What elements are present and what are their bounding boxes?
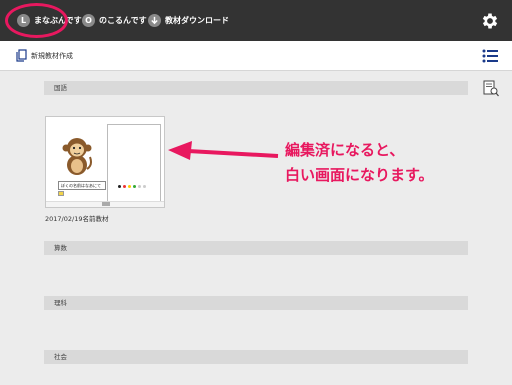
material-card-label: 2017/02/19名前教材	[45, 215, 109, 223]
gear-icon[interactable]	[480, 11, 500, 31]
new-material-label: 新規教材作成	[31, 51, 73, 60]
nokorun-button[interactable]: O のこるんです	[82, 12, 147, 28]
highlight-oval	[5, 3, 68, 38]
sub-toolbar: 新規教材作成	[0, 41, 512, 71]
nokorun-badge: O	[82, 13, 95, 27]
section-social-studies: 社会	[44, 350, 468, 364]
material-card[interactable]: ぼくの名前はなあにて	[45, 116, 165, 208]
annotation-line-1: 編集済になると、	[285, 141, 405, 159]
new-document-icon	[16, 49, 27, 62]
download-materials-button[interactable]: 教材ダウンロード	[148, 12, 229, 28]
card-strip-tag	[102, 202, 110, 206]
section-math: 算数	[44, 241, 468, 255]
top-bar: L まなぶんです O のこるんです 教材ダウンロード	[0, 0, 512, 41]
section-science: 理科	[44, 296, 468, 310]
nokorun-label: のこるんです	[99, 15, 147, 25]
card-text-box: ぼくの名前はなあにて	[58, 181, 106, 190]
color-dots	[118, 185, 146, 188]
section-japanese: 国語	[44, 81, 468, 95]
download-materials-label: 教材ダウンロード	[165, 15, 229, 25]
blank-page-preview	[107, 124, 161, 202]
list-icon[interactable]	[482, 49, 498, 63]
document-preview-icon[interactable]	[483, 80, 499, 97]
yellow-tile	[58, 191, 64, 196]
download-icon	[148, 13, 161, 27]
annotation-line-2: 白い画面になります。	[285, 166, 434, 184]
new-material-button[interactable]: 新規教材作成	[16, 49, 73, 62]
annotation-arrow	[168, 141, 279, 160]
monkey-illustration	[62, 138, 92, 175]
